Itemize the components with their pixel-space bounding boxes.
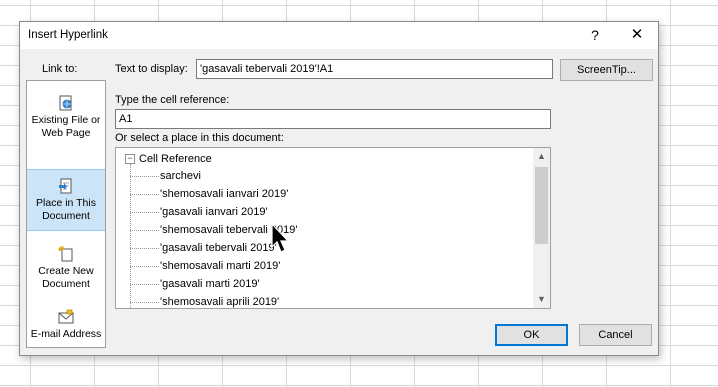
tree-item-label: 'gasavali marti 2019' — [160, 278, 260, 290]
tree-item-label: sarchevi — [160, 170, 201, 182]
tree-item[interactable]: 'shemosavali aprili 2019' — [130, 293, 280, 308]
tree-item[interactable]: 'gasavali marti 2019' — [130, 275, 260, 293]
place-tree[interactable]: − Cell Reference sarchevi 'shemosavali ia… — [115, 147, 551, 309]
ok-button[interactable]: OK — [495, 324, 568, 346]
tree-item-label: 'shemosavali marti 2019' — [160, 260, 281, 272]
tree-item-label: 'gasavali ianvari 2019' — [160, 206, 268, 218]
text-to-display-input[interactable]: 'gasavali tebervali 2019'!A1 — [196, 59, 553, 79]
tree-item[interactable]: sarchevi — [130, 167, 201, 185]
cancel-button[interactable]: Cancel — [579, 324, 652, 346]
title-bar: Insert Hyperlink ? ✕ — [20, 22, 658, 49]
link-to-existing-file-label: Existing File or Web Page — [31, 114, 101, 139]
tree-root-label: Cell Reference — [139, 153, 212, 165]
link-to-place-in-document[interactable]: Place in This Document — [27, 169, 105, 231]
link-to-panel: Existing File or Web Page Place in This … — [26, 80, 106, 348]
tree-item-label: 'shemosavali aprili 2019' — [160, 296, 280, 308]
document-place-icon — [59, 178, 72, 194]
tree-scrollbar[interactable]: ▲ ▼ — [533, 148, 550, 308]
dialog-title: Insert Hyperlink — [28, 29, 108, 41]
tree-item[interactable]: 'gasavali ianvari 2019' — [130, 203, 268, 221]
cell-reference-label: Type the cell reference: — [115, 94, 230, 106]
collapse-toggle-icon[interactable]: − — [125, 154, 135, 165]
tree-root-cell-reference[interactable]: − Cell Reference — [125, 151, 212, 167]
link-to-place-in-document-label: Place in This Document — [36, 197, 96, 222]
cell-reference-input[interactable]: A1 — [115, 109, 551, 129]
link-to-email-address-label: E-mail Address — [30, 328, 102, 340]
text-to-display-label: Text to display: — [115, 63, 188, 75]
mouse-cursor-icon — [271, 223, 290, 253]
help-button[interactable]: ? — [584, 25, 606, 45]
screentip-button[interactable]: ScreenTip... — [560, 59, 653, 81]
tree-item-label: 'shemosavali ianvari 2019' — [160, 188, 289, 200]
link-to-label: Link to: — [42, 63, 78, 75]
link-to-create-new-document-label: Create New Document — [38, 265, 94, 290]
insert-hyperlink-dialog: Insert Hyperlink ? ✕ Link to: Existing F… — [19, 21, 659, 356]
tree-item[interactable]: 'shemosavali ianvari 2019' — [130, 185, 288, 203]
new-document-icon — [58, 246, 73, 262]
scroll-up-icon[interactable]: ▲ — [533, 148, 550, 165]
place-in-document-label: Or select a place in this document: — [115, 132, 284, 144]
web-page-icon — [59, 95, 72, 111]
scroll-down-icon[interactable]: ▼ — [533, 291, 550, 308]
link-to-create-new-document[interactable]: Create New Document — [27, 246, 105, 291]
tree-item[interactable]: 'gasavali tebervali 2019' — [130, 239, 277, 257]
scroll-thumb[interactable] — [535, 167, 548, 244]
link-to-existing-file[interactable]: Existing File or Web Page — [27, 95, 105, 140]
tree-item[interactable]: 'shemosavali marti 2019' — [130, 257, 280, 275]
link-to-email-address[interactable]: E-mail Address — [27, 309, 105, 341]
close-button[interactable]: ✕ — [626, 25, 648, 45]
tree-item-label: 'gasavali tebervali 2019' — [160, 242, 277, 254]
email-icon — [58, 309, 74, 324]
